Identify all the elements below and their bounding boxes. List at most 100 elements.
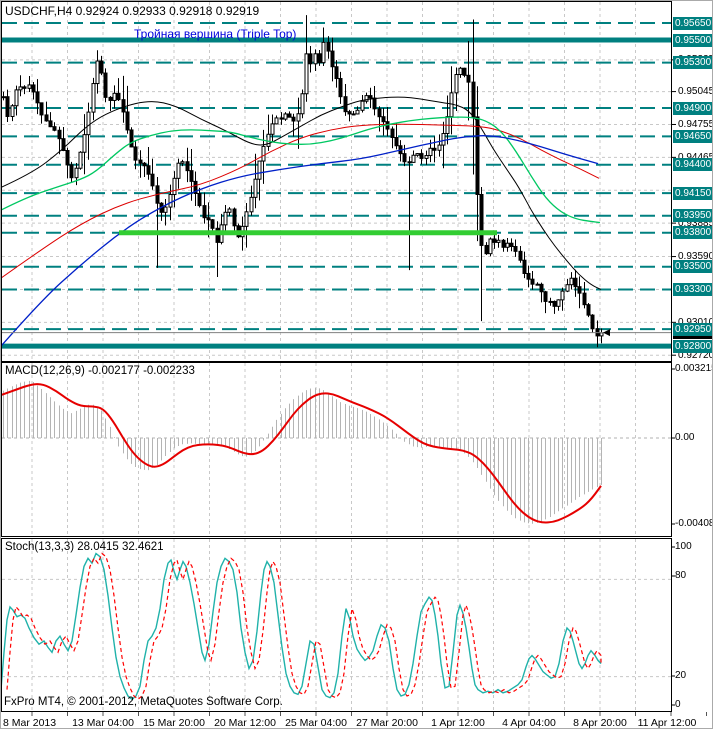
candle-body [180,161,185,164]
candle-body [539,283,544,293]
price-level-badge: 0.95500 [673,33,712,47]
candle-body [432,147,437,151]
price-level-badge: 0.94650 [673,129,712,143]
candle-body [304,53,309,95]
candle-body [407,161,412,164]
stoch-scale-label: 20 [675,670,687,681]
candle-body [590,314,595,330]
candle-body [496,239,501,243]
candle-body [57,129,62,140]
candle-body [419,153,424,159]
candle-body [586,304,591,316]
candle-body [458,67,463,76]
candle-body [138,159,143,164]
candle-body [125,111,130,131]
candle-body [556,299,561,307]
candle-body [112,92,117,101]
date-label: 8 Apr 20:00 [573,717,627,729]
candle-body [526,272,531,280]
candle-body [223,211,228,226]
price-level-badge: 0.94400 [673,158,712,172]
candle-body [206,217,211,221]
price-level-badge: 0.94900 [673,101,712,115]
candle-body [390,128,395,139]
date-label: 11 Apr 12:00 [637,717,697,729]
price-scale-label: 0.95045 [678,86,713,98]
candle-body [565,284,570,292]
candle-body [39,102,44,116]
candle-body [424,155,429,159]
candle-body [402,153,407,163]
candle-body [535,283,540,286]
candle-body [364,95,369,102]
candle-body [82,134,87,153]
price-level-badge: 0.93800 [673,226,712,240]
candle-body [411,154,416,163]
date-label: 25 Mar 04:00 [285,717,347,729]
candle-body [492,238,497,243]
triple-top-annotation[interactable]: Тройная вершина (Triple Top) [134,27,296,41]
candle-body [185,161,190,172]
candle-body [22,86,27,89]
date-label: 27 Mar 20:00 [356,717,418,729]
candle-body [577,286,582,294]
candle-body [441,133,446,146]
candle-body [381,116,386,123]
candle-body [338,78,343,98]
candle-body [484,244,489,255]
price-level-badge: 0.93950 [673,209,712,223]
candle-body [343,96,348,113]
candle-body [150,173,155,187]
candle-body [479,194,484,246]
candle-body [475,116,480,196]
candle-body [321,41,326,64]
candle-body [244,211,249,227]
candle-body [189,170,194,182]
candle-body [146,165,151,175]
price-level-badge: 0.94150 [673,186,712,200]
date-label: 20 Mar 12:00 [214,717,276,729]
candle-body [283,113,288,120]
candle-body [462,67,467,76]
candle-body [133,146,138,161]
candle-body [108,96,113,101]
price-level-badge: 0.95300 [673,56,712,70]
candle-body [202,205,207,219]
stoch-indicator-label: Stoch(13,3,3) 28.0415 32.4621 [5,541,164,553]
candle-body [522,259,527,274]
macd-scale-label: 0.003215 [675,363,713,374]
price-level-badge: 0.95650 [673,16,712,30]
stoch-scale-label: 0 [675,699,681,710]
chart-title: USDCHF,H4 0.92924 0.92933 0.92918 0.9291… [5,4,260,18]
macd-scale-label: 0.00 [675,432,695,443]
candle-body [35,91,40,104]
candle-body [257,160,262,180]
macd-scale-label: -0.00408 [675,518,713,529]
candle-body [10,105,15,117]
candle-body [91,83,96,113]
macd-indicator-label: MACD(12,26,9) -0.002177 -0.002233 [5,365,195,377]
candle-body [52,126,57,131]
candle-body [99,60,104,74]
candle-body [227,208,232,213]
candle-body [296,113,301,122]
candle-body [48,120,53,128]
candle-body [300,93,305,115]
price-level-badge: 0.93300 [673,282,712,296]
candle-body [261,145,266,162]
candle-body [270,123,275,135]
candle-body [552,300,557,307]
date-label: 4 Apr 04:00 [502,717,556,729]
candle-body [279,117,284,120]
candle-body [14,89,19,107]
candle-body [372,97,377,110]
candle-body [355,109,360,115]
candle-body [210,219,215,229]
candle-body [65,149,70,166]
copyright-text: FxPro MT4, © 2001-2012, MetaQuotes Softw… [4,696,283,708]
candle-body [86,111,91,136]
candle-body [308,53,313,65]
candle-body [266,133,271,147]
candle-body [31,84,36,93]
date-label: 1 Apr 12:00 [431,717,485,729]
